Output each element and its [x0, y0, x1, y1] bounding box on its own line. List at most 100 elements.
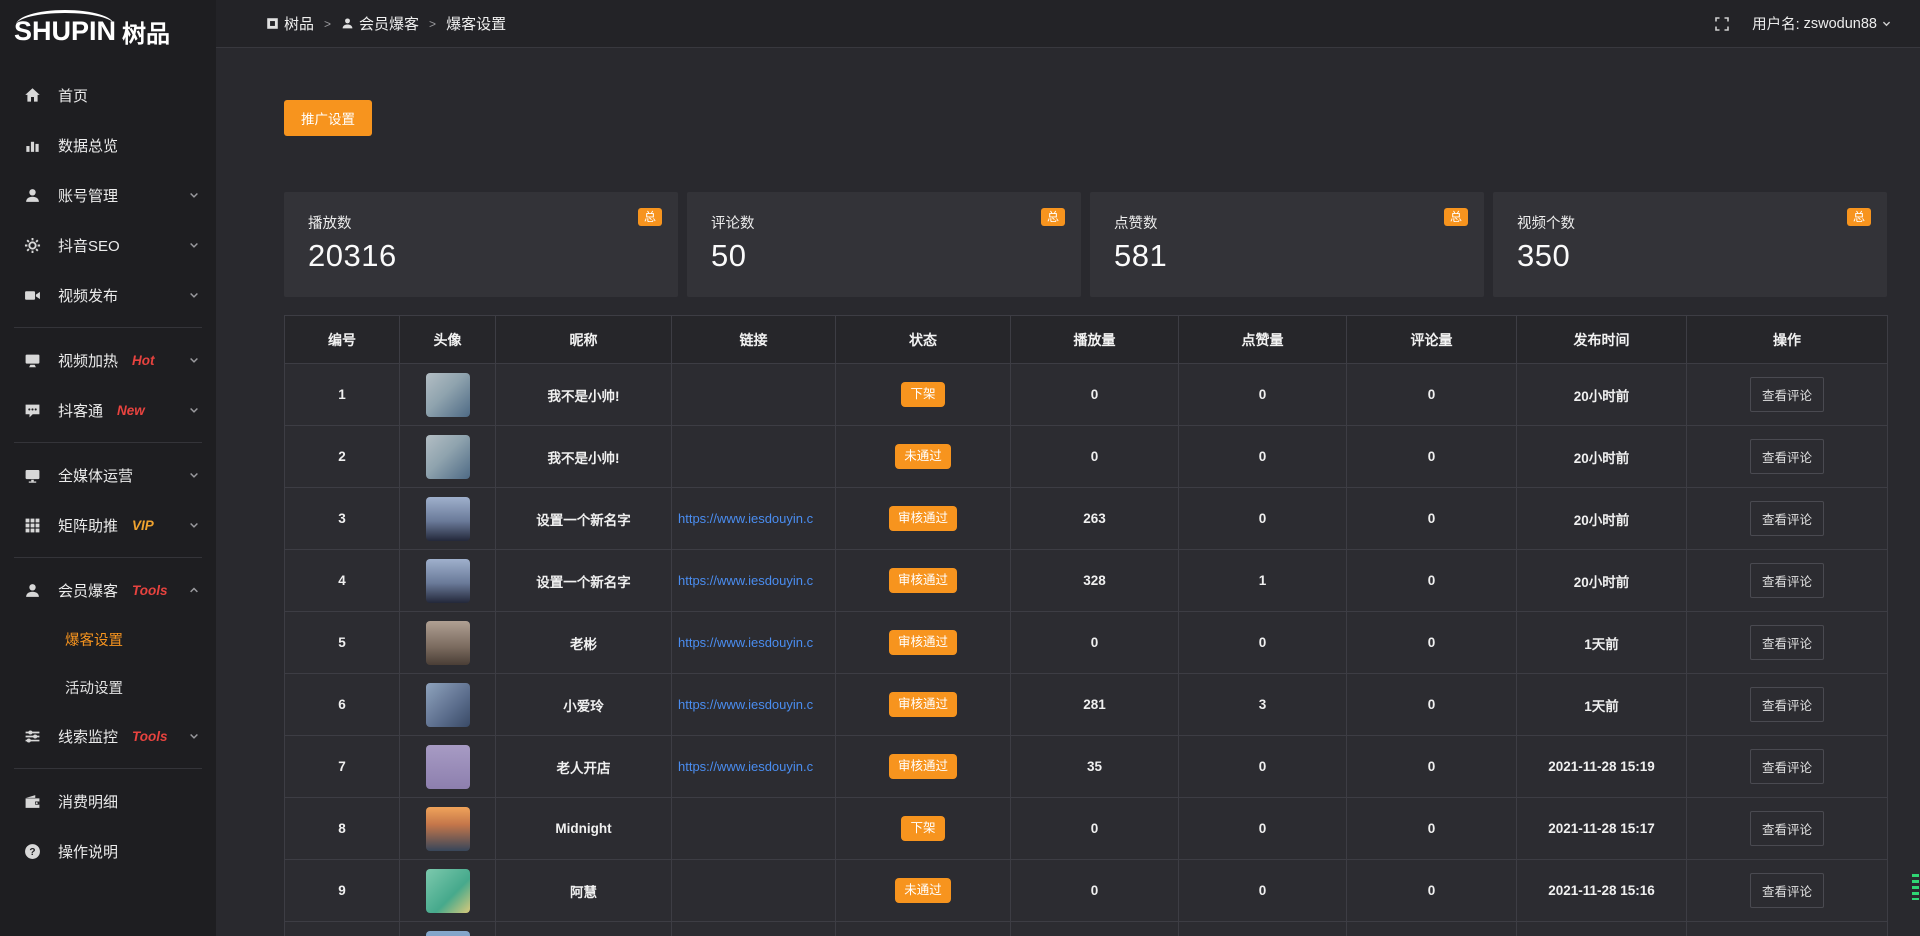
grid-icon [24, 517, 41, 534]
sidebar-item-account-management[interactable]: 账号管理 [0, 170, 216, 220]
user-menu[interactable]: 用户名: zswodun88 [1752, 13, 1892, 34]
view-comments-button[interactable]: 查看评论 [1750, 377, 1824, 412]
comment-count: 0 [1347, 550, 1517, 612]
view-comments-button[interactable]: 查看评论 [1750, 749, 1824, 784]
status-badge: 审核通过 [889, 754, 957, 779]
sidebar-item-member-baoke[interactable]: 会员爆客 Tools [0, 565, 216, 615]
table-row: 2 我不是小帅! 未通过 0 0 0 20小时前 查看评论 [285, 426, 1888, 488]
publish-time: 20小时前 [1517, 488, 1687, 550]
comment-count: 0 [1347, 736, 1517, 798]
stat-value: 20316 [308, 238, 654, 274]
column-header: 链接 [672, 316, 836, 364]
sidebar-divider [14, 557, 202, 558]
avatar [426, 807, 470, 851]
column-header: 播放量 [1011, 316, 1179, 364]
view-comments-button[interactable]: 查看评论 [1750, 625, 1824, 660]
nickname: 设置一个新名字 [496, 488, 672, 550]
hot-tag: Hot [132, 353, 155, 368]
comment-count: 0 [1347, 860, 1517, 922]
user-icon [24, 582, 41, 599]
row-id: 2 [285, 426, 400, 488]
sidebar-item-video-heating[interactable]: 视频加热 Hot [0, 335, 216, 385]
scrollbar-thumb[interactable] [1912, 874, 1919, 900]
publish-time: 2021-11-28 15:16 [1517, 860, 1687, 922]
video-link[interactable]: https://www.iesdouyin.c [678, 635, 813, 650]
row-id: 7 [285, 736, 400, 798]
sidebar-item-label: 账号管理 [58, 185, 118, 206]
view-comments-button[interactable]: 查看评论 [1750, 563, 1824, 598]
view-comments-button[interactable]: 查看评论 [1750, 501, 1824, 536]
sidebar-item-douketong[interactable]: 抖客通 New [0, 385, 216, 435]
sidebar-item-data-overview[interactable]: 数据总览 [0, 120, 216, 170]
stat-card: 评论数 总 50 [687, 192, 1081, 297]
status-badge: 未通过 [895, 878, 951, 903]
stat-value: 50 [711, 238, 1057, 274]
sidebar-item-douyin-seo[interactable]: 抖音SEO [0, 220, 216, 270]
video-link[interactable]: https://www.iesdouyin.c [678, 697, 813, 712]
breadcrumb-item-baoke-settings[interactable]: 爆客设置 [446, 13, 506, 34]
video-link[interactable]: https://www.iesdouyin.c [678, 573, 813, 588]
gear-icon [24, 237, 41, 254]
breadcrumb-label: 树品 [284, 13, 314, 34]
like-count: 0 [1179, 364, 1347, 426]
chevron-down-icon [188, 189, 200, 201]
chevron-down-icon [188, 730, 200, 742]
nickname: 小爱玲 [496, 674, 672, 736]
table-row: 3 设置一个新名字 https://www.iesdouyin.c 审核通过 2… [285, 488, 1888, 550]
view-comments-button[interactable]: 查看评论 [1750, 687, 1824, 722]
view-comments-button[interactable]: 查看评论 [1750, 439, 1824, 474]
sidebar-subitem-label: 活动设置 [65, 677, 123, 698]
stat-label: 评论数 [711, 212, 1057, 233]
sidebar-item-label: 线索监控 [58, 726, 118, 747]
table-row-partial [285, 922, 1888, 936]
sidebar-divider [14, 768, 202, 769]
main-content: 推广设置 播放数 总 20316 评论数 总 50 点赞数 总 581 视频个数… [216, 48, 1920, 936]
topbar: 树品 > 会员爆客 > 爆客设置 用户名: zswodun88 [216, 0, 1920, 48]
chevron-down-icon [188, 354, 200, 366]
stat-label: 播放数 [308, 212, 654, 233]
topbar-right: 用户名: zswodun88 [1714, 13, 1892, 34]
sidebar-item-operation-guide[interactable]: ? 操作说明 [0, 826, 216, 876]
brand-logo: SHUPIN 树品 [0, 0, 216, 62]
nickname: 阿慧 [496, 860, 672, 922]
sidebar-item-label: 矩阵助推 [58, 515, 118, 536]
stat-label: 视频个数 [1517, 212, 1863, 233]
publish-time: 2021-11-28 15:19 [1517, 736, 1687, 798]
video-camera-icon [24, 287, 41, 304]
sidebar-item-matrix-boost[interactable]: 矩阵助推 VIP [0, 500, 216, 550]
table-row: 5 老彬 https://www.iesdouyin.c 审核通过 0 0 0 … [285, 612, 1888, 674]
sidebar-subitem-label: 爆客设置 [65, 629, 123, 650]
sidebar-subitem-activity-settings[interactable]: 活动设置 [0, 663, 216, 711]
fullscreen-icon[interactable] [1714, 16, 1730, 32]
play-count: 0 [1011, 612, 1179, 674]
view-comments-button[interactable]: 查看评论 [1750, 873, 1824, 908]
sidebar-item-all-media-operation[interactable]: 全媒体运营 [0, 450, 216, 500]
promotion-settings-button[interactable]: 推广设置 [284, 100, 372, 136]
breadcrumb-item-member-baoke[interactable]: 会员爆客 [341, 13, 419, 34]
table-body: 1 我不是小帅! 下架 0 0 0 20小时前 查看评论 2 我不是小帅! 未通… [285, 364, 1888, 922]
video-link[interactable]: https://www.iesdouyin.c [678, 511, 813, 526]
avatar [426, 931, 470, 936]
sidebar-item-clue-monitoring[interactable]: 线索监控 Tools [0, 711, 216, 761]
sidebar-item-home[interactable]: 首页 [0, 70, 216, 120]
sidebar-item-label: 会员爆客 [58, 580, 118, 601]
sidebar-subitem-baoke-settings[interactable]: 爆客设置 [0, 615, 216, 663]
view-comments-button[interactable]: 查看评论 [1750, 811, 1824, 846]
video-link[interactable]: https://www.iesdouyin.c [678, 759, 813, 774]
avatar [426, 559, 470, 603]
breadcrumb-separator: > [324, 17, 331, 31]
total-badge: 总 [1444, 208, 1468, 226]
sidebar-item-spending-details[interactable]: 消费明细 [0, 776, 216, 826]
module-icon [266, 17, 279, 30]
breadcrumb: 树品 > 会员爆客 > 爆客设置 [266, 13, 506, 34]
chevron-down-icon [188, 239, 200, 251]
table-row: 8 Midnight 下架 0 0 0 2021-11-28 15:17 查看评… [285, 798, 1888, 860]
sidebar-item-label: 数据总览 [58, 135, 118, 156]
stat-cards: 播放数 总 20316 评论数 总 50 点赞数 总 581 视频个数 总 35… [284, 192, 1887, 297]
sidebar-item-video-publish[interactable]: 视频发布 [0, 270, 216, 320]
chevron-down-icon [188, 519, 200, 531]
column-header: 评论量 [1347, 316, 1517, 364]
nickname: 我不是小帅! [496, 426, 672, 488]
breadcrumb-item-shupin[interactable]: 树品 [266, 13, 314, 34]
chevron-down-icon [188, 404, 200, 416]
